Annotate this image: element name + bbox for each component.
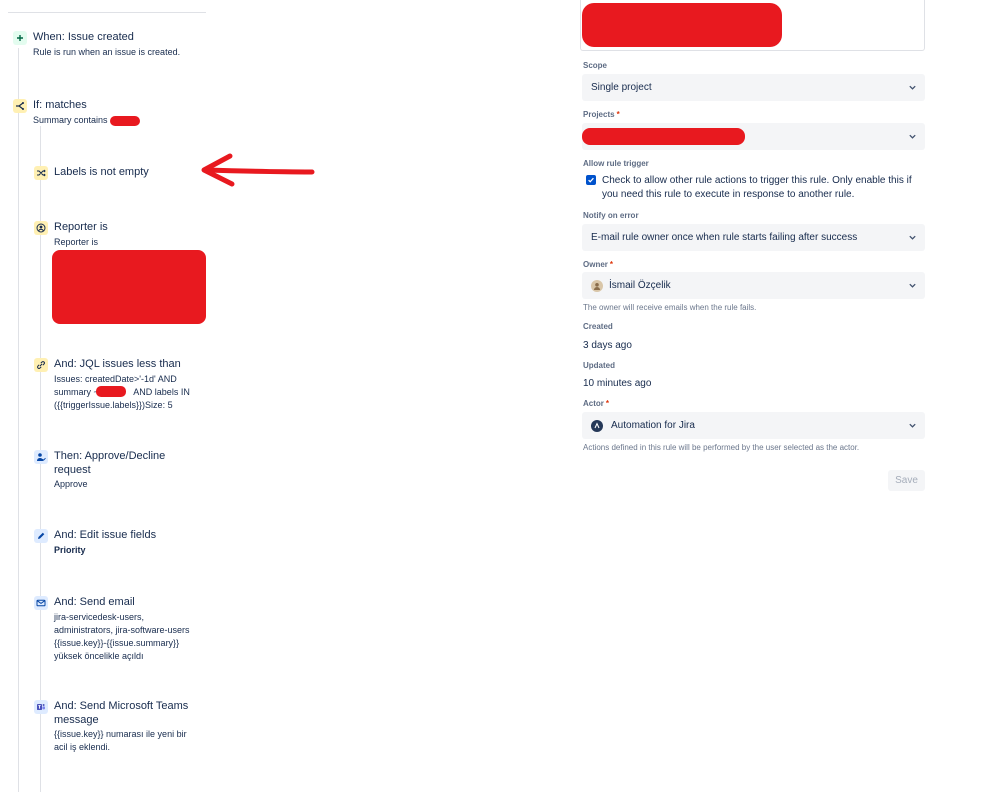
- annotation-arrow-icon: [201, 153, 315, 187]
- updated-value: 10 minutes ago: [583, 378, 652, 389]
- actor-value: Automation for Jira: [611, 420, 695, 431]
- send-teams-action-description: {{issue.key}} numarası ile yeni bir acil…: [54, 728, 187, 754]
- jql-line-2-end: AND labels IN: [133, 387, 190, 397]
- chevron-down-icon: [908, 233, 917, 242]
- approve-action-description: Approve: [54, 479, 88, 489]
- allow-rule-trigger-label: Allow rule trigger: [583, 159, 649, 168]
- teams-line-1: {{issue.key}} numarası ile yeni bir: [54, 729, 187, 739]
- email-line-4: yüksek öncelikle açıldı: [54, 651, 144, 661]
- tree-top-divider: [8, 12, 206, 13]
- notify-on-error-label: Notify on error: [583, 211, 639, 220]
- jql-line-3: ({{triggerIssue.labels}})Size: 5: [54, 400, 173, 410]
- if-matches-description: Summary contains: [33, 115, 108, 125]
- teams-line-2: acil iş eklendi.: [54, 742, 111, 752]
- chevron-down-icon: [908, 421, 917, 430]
- actor-label: Actor *: [583, 399, 610, 408]
- owner-select[interactable]: İsmail Özçelik: [582, 272, 925, 299]
- updated-label: Updated: [583, 361, 615, 370]
- jql-line-1: Issues: createdDate>'-1d' AND: [54, 374, 177, 384]
- tree-main-connector: [18, 48, 19, 792]
- send-teams-action-title: And: Send Microsoft Teams message: [54, 700, 189, 726]
- actor-select[interactable]: Automation for Jira: [582, 412, 925, 439]
- projects-label: Projects *: [583, 110, 620, 119]
- email-line-2: administrators, jira-software-users: [54, 625, 190, 635]
- reporter-condition-title: Reporter is: [54, 221, 108, 233]
- link-icon: [34, 358, 48, 372]
- notify-on-error-select[interactable]: E-mail rule owner once when rule starts …: [582, 224, 925, 251]
- shuffle-icon: [34, 166, 48, 180]
- teams-icon: [34, 700, 48, 714]
- created-value: 3 days ago: [583, 340, 632, 351]
- plus-icon: [13, 31, 27, 45]
- user-icon: [34, 221, 48, 235]
- reporter-condition-description: Reporter is: [54, 237, 99, 247]
- automation-logo-icon: [591, 419, 603, 432]
- owner-label: Owner *: [583, 260, 614, 269]
- scope-value: Single project: [591, 82, 652, 93]
- jql-condition-title: And: JQL issues less than: [54, 358, 181, 370]
- trigger-title: When: Issue created: [33, 31, 134, 43]
- scope-label: Scope: [583, 61, 608, 70]
- allow-rule-trigger-checkbox[interactable]: [586, 175, 596, 185]
- email-line-1: jira-servicedesk-users,: [54, 612, 145, 622]
- redacted-jql-summary: [96, 386, 126, 397]
- allow-rule-trigger-text: Check to allow other rule actions to tri…: [602, 175, 912, 200]
- branch-icon: [13, 99, 27, 113]
- send-email-action-title: And: Send email: [54, 596, 135, 608]
- owner-value: İsmail Özçelik: [609, 280, 671, 291]
- jql-line-2-start: summary ~: [54, 387, 99, 397]
- scope-select[interactable]: Single project: [582, 74, 925, 101]
- trigger-description: Rule is run when an issue is created.: [33, 47, 181, 57]
- pencil-icon: [34, 529, 48, 543]
- created-label: Created: [583, 322, 613, 331]
- redacted-reporter-list: [52, 250, 206, 324]
- approve-action-title: Then: Approve/Decline request: [54, 450, 166, 476]
- labels-condition-title: Labels is not empty: [54, 166, 149, 178]
- save-button[interactable]: Save: [888, 470, 925, 491]
- email-icon: [34, 596, 48, 610]
- chevron-down-icon: [908, 281, 917, 290]
- actor-helper-text: Actions defined in this rule will be per…: [583, 443, 860, 452]
- owner-avatar: [591, 279, 603, 292]
- approver-icon: [34, 450, 48, 464]
- edit-fields-action-title: And: Edit issue fields: [54, 529, 157, 541]
- notify-on-error-value: E-mail rule owner once when rule starts …: [591, 232, 858, 243]
- email-line-3: {{issue.key}}-{{issue.summary}}: [54, 638, 180, 648]
- checkmark-icon: [588, 177, 594, 183]
- owner-helper-text: The owner will receive emails when the r…: [583, 303, 757, 312]
- edit-fields-action-description: Priority: [54, 545, 86, 555]
- redacted-project-name: [582, 128, 745, 145]
- chevron-down-icon: [908, 83, 917, 92]
- send-email-action-description: jira-servicedesk-users, administrators, …: [54, 611, 190, 663]
- chevron-down-icon: [908, 132, 917, 141]
- redacted-rule-name: [582, 3, 782, 47]
- if-matches-title: If: matches: [33, 99, 87, 111]
- redacted-summary-value: [110, 116, 140, 126]
